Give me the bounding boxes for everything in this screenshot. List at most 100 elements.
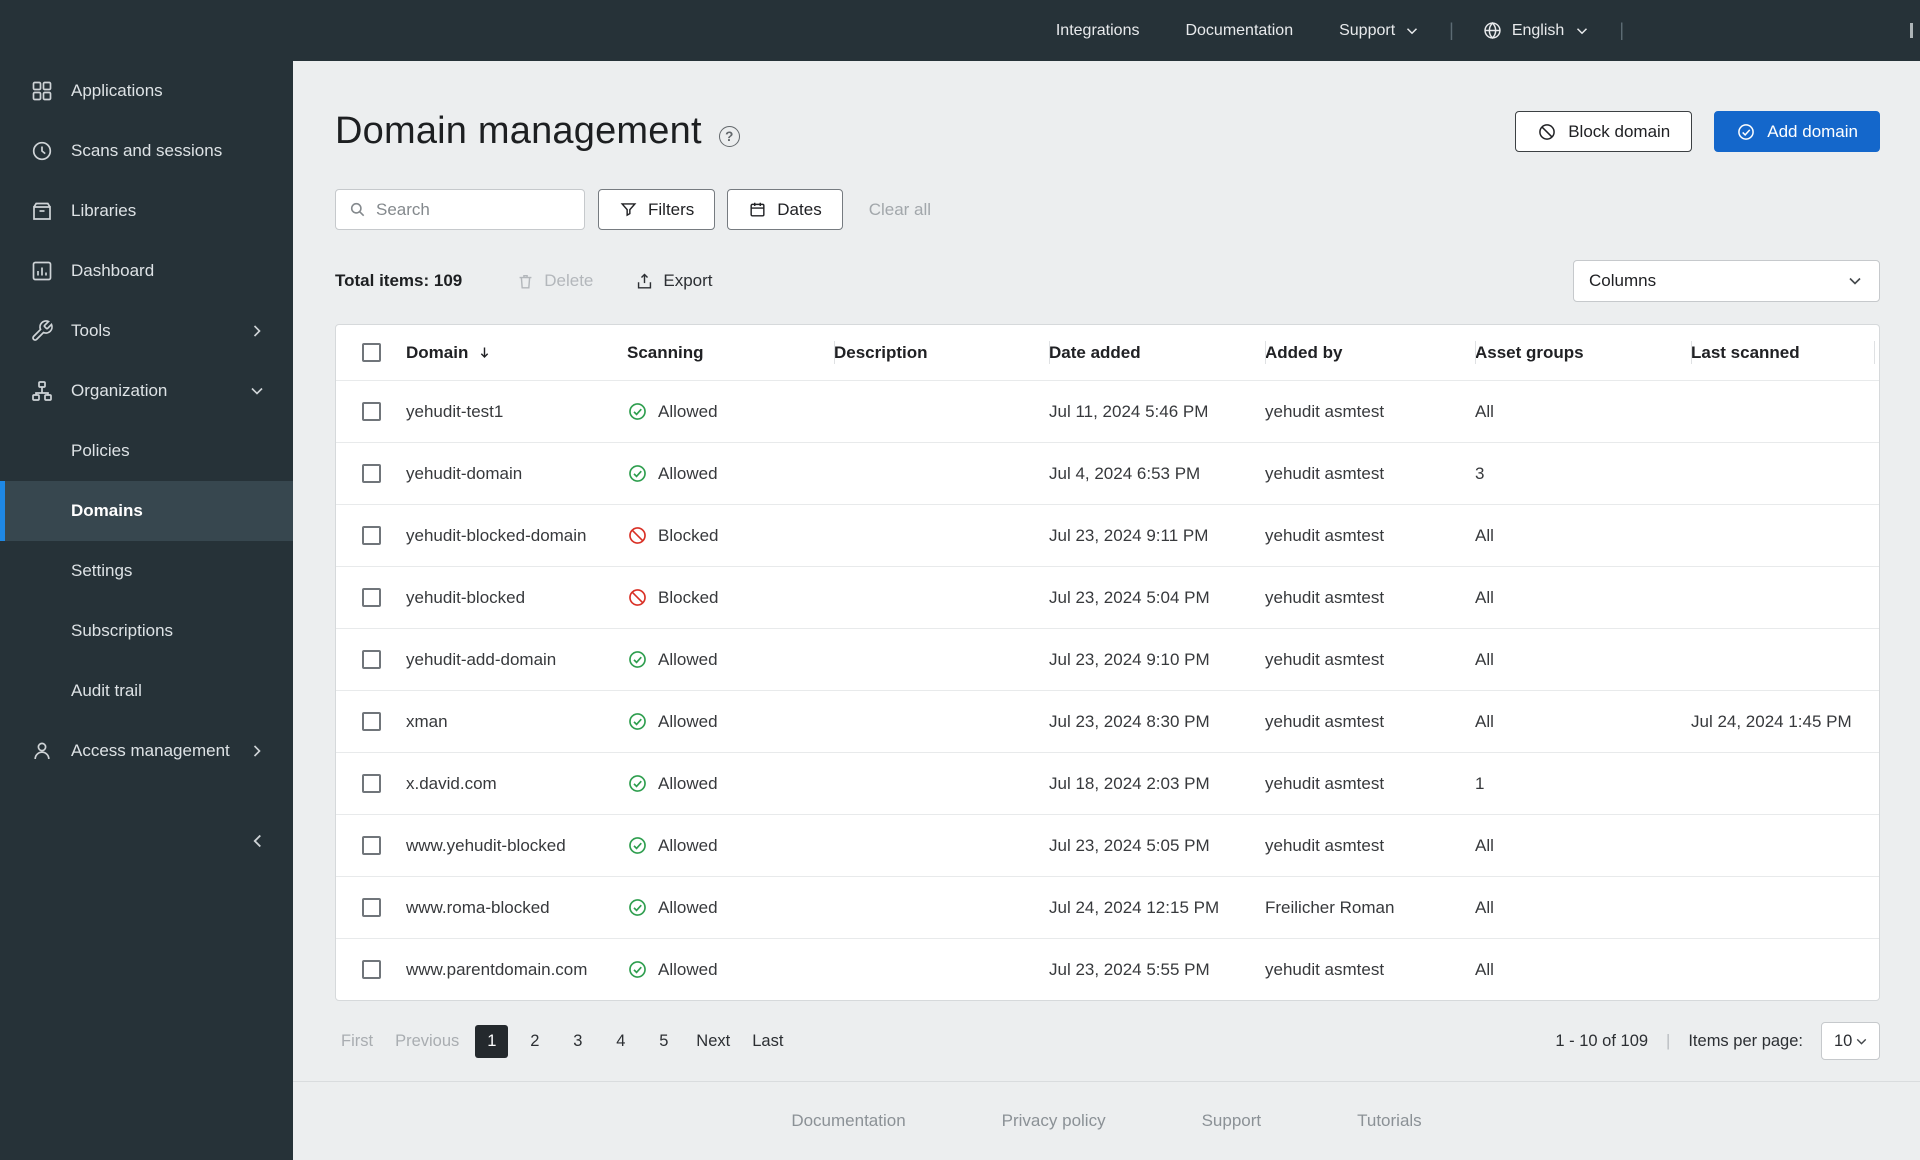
domain-cell: yehudit-domain xyxy=(406,463,523,483)
page-header: Domain management ? Block domain Add dom… xyxy=(293,61,1920,153)
sidebar-item-policies[interactable]: Policies xyxy=(0,421,293,481)
columns-dropdown[interactable]: Columns xyxy=(1573,260,1880,302)
allowed-icon xyxy=(627,773,648,794)
table-row[interactable]: www.roma-blocked Allowed Jul 24, 2024 12… xyxy=(336,876,1879,938)
column-header-description[interactable]: Description xyxy=(834,325,1049,380)
pagination-first[interactable]: First xyxy=(335,1032,379,1051)
row-checkbox[interactable] xyxy=(361,960,381,979)
row-checkbox[interactable] xyxy=(361,774,381,793)
table-row[interactable]: yehudit-domain Allowed Jul 4, 2024 6:53 … xyxy=(336,442,1879,504)
clear-all-button[interactable]: Clear all xyxy=(869,200,931,220)
pagination-next[interactable]: Next xyxy=(690,1032,736,1051)
pagination-page-1[interactable]: 1 xyxy=(475,1024,509,1058)
sidebar-item-audit-trail[interactable]: Audit trail xyxy=(0,661,293,721)
row-checkbox[interactable] xyxy=(361,464,381,483)
topbar-item-documentation[interactable]: Documentation xyxy=(1185,22,1293,40)
pagination-page-2[interactable]: 2 xyxy=(518,1025,551,1058)
column-header-scanning[interactable]: Scanning xyxy=(627,325,834,380)
blocked-icon xyxy=(627,587,648,608)
block-domain-button[interactable]: Block domain xyxy=(1515,111,1693,152)
sidebar-collapse-button[interactable] xyxy=(241,824,275,858)
footer-link-privacy-policy[interactable]: Privacy policy xyxy=(1002,1111,1106,1131)
items-per-page-dropdown[interactable]: 10 xyxy=(1821,1022,1880,1060)
topbar-item-support[interactable]: Support xyxy=(1339,22,1421,40)
row-checkbox[interactable] xyxy=(361,650,381,669)
row-checkbox[interactable] xyxy=(361,588,381,607)
date-added-cell: Jul 24, 2024 12:15 PM xyxy=(1049,897,1220,917)
language-selector[interactable]: English xyxy=(1482,20,1591,41)
allowed-icon xyxy=(627,897,648,918)
add-domain-button[interactable]: Add domain xyxy=(1714,111,1880,152)
column-header-last-scanned[interactable]: Last scanned xyxy=(1691,325,1879,380)
table-row[interactable]: yehudit-add-domain Allowed Jul 23, 2024 … xyxy=(336,628,1879,690)
domain-cell: yehudit-blocked xyxy=(406,587,526,607)
topbar-item-integrations[interactable]: Integrations xyxy=(1056,22,1140,40)
topbar-divider: | xyxy=(1619,20,1624,40)
sidebar-item-scans-and-sessions[interactable]: Scans and sessions xyxy=(0,121,293,181)
delete-button[interactable]: Delete xyxy=(516,271,593,291)
pagination-last[interactable]: Last xyxy=(746,1032,789,1051)
filter-icon xyxy=(619,200,638,219)
table-row[interactable]: www.yehudit-blocked Allowed Jul 23, 2024… xyxy=(336,814,1879,876)
toolbar: Filters Dates Clear all xyxy=(293,153,1920,230)
scanning-cell: Allowed xyxy=(627,773,834,794)
search-icon xyxy=(348,200,367,219)
scanning-cell: Allowed xyxy=(627,649,834,670)
table-row[interactable]: x.david.com Allowed Jul 18, 2024 2:03 PM… xyxy=(336,752,1879,814)
allowed-icon xyxy=(627,959,648,980)
blocked-icon xyxy=(627,525,648,546)
added-by-cell: yehudit asmtest xyxy=(1265,711,1385,731)
chevron-down-icon xyxy=(1845,271,1865,291)
added-by-cell: yehudit asmtest xyxy=(1265,587,1385,607)
table-row[interactable]: yehudit-blocked Blocked Jul 23, 2024 5:0… xyxy=(336,566,1879,628)
footer-link-support[interactable]: Support xyxy=(1202,1111,1262,1131)
sidebar-item-dashboard[interactable]: Dashboard xyxy=(0,241,293,301)
dates-button[interactable]: Dates xyxy=(727,189,843,230)
row-checkbox[interactable] xyxy=(361,402,381,421)
sidebar-item-domains[interactable]: Domains xyxy=(0,481,293,541)
pagination-previous[interactable]: Previous xyxy=(389,1032,465,1051)
sidebar-item-applications[interactable]: Applications xyxy=(0,61,293,121)
pagination-page-4[interactable]: 4 xyxy=(604,1025,637,1058)
sidebar-item-libraries[interactable]: Libraries xyxy=(0,181,293,241)
table-row[interactable]: www.parentdomain.com Allowed Jul 23, 202… xyxy=(336,938,1879,1000)
block-icon xyxy=(1537,122,1557,142)
filters-button[interactable]: Filters xyxy=(598,189,716,230)
row-checkbox[interactable] xyxy=(361,836,381,855)
table-row[interactable]: yehudit-test1 Allowed Jul 11, 2024 5:46 … xyxy=(336,380,1879,442)
asset-groups-cell: All xyxy=(1475,897,1494,917)
table-row[interactable]: xman Allowed Jul 23, 2024 8:30 PM yehudi… xyxy=(336,690,1879,752)
row-checkbox[interactable] xyxy=(361,526,381,545)
sidebar-item-access-management[interactable]: Access management xyxy=(0,721,293,781)
help-icon[interactable]: ? xyxy=(718,126,740,147)
pagination-range-label: 1 - 10 of 109 xyxy=(1555,1031,1649,1050)
footer-link-documentation[interactable]: Documentation xyxy=(791,1111,905,1131)
sidebar-item-subscriptions[interactable]: Subscriptions xyxy=(0,601,293,661)
row-checkbox[interactable] xyxy=(361,712,381,731)
row-checkbox[interactable] xyxy=(361,898,381,917)
pagination-page-5[interactable]: 5 xyxy=(647,1025,680,1058)
sidebar-item-settings[interactable]: Settings xyxy=(0,541,293,601)
topbar-nav: Integrations Documentation Support xyxy=(1056,22,1421,40)
libraries-icon xyxy=(30,199,54,223)
topbar-right-partial xyxy=(1910,23,1913,38)
table-row[interactable]: yehudit-blocked-domain Blocked Jul 23, 2… xyxy=(336,504,1879,566)
domain-cell: x.david.com xyxy=(406,773,497,793)
footer-link-tutorials[interactable]: Tutorials xyxy=(1357,1111,1422,1131)
sort-descending-icon[interactable] xyxy=(476,344,493,361)
export-button[interactable]: Export xyxy=(635,271,713,291)
pagination-page-3[interactable]: 3 xyxy=(561,1025,594,1058)
person-icon xyxy=(30,739,54,763)
column-header-date-added[interactable]: Date added xyxy=(1049,325,1265,380)
column-header-added-by[interactable]: Added by xyxy=(1265,325,1475,380)
sidebar-item-label: Libraries xyxy=(71,201,137,220)
asset-groups-cell: All xyxy=(1475,587,1494,607)
column-header-domain[interactable]: Domain xyxy=(406,325,627,380)
column-header-asset-groups[interactable]: Asset groups xyxy=(1475,325,1691,380)
select-all-checkbox[interactable] xyxy=(361,343,381,362)
sidebar-item-tools[interactable]: Tools xyxy=(0,301,293,361)
asset-groups-cell: All xyxy=(1475,401,1494,421)
search-input[interactable] xyxy=(376,199,572,220)
sidebar-item-organization[interactable]: Organization xyxy=(0,361,293,421)
domain-cell: xman xyxy=(406,711,448,731)
